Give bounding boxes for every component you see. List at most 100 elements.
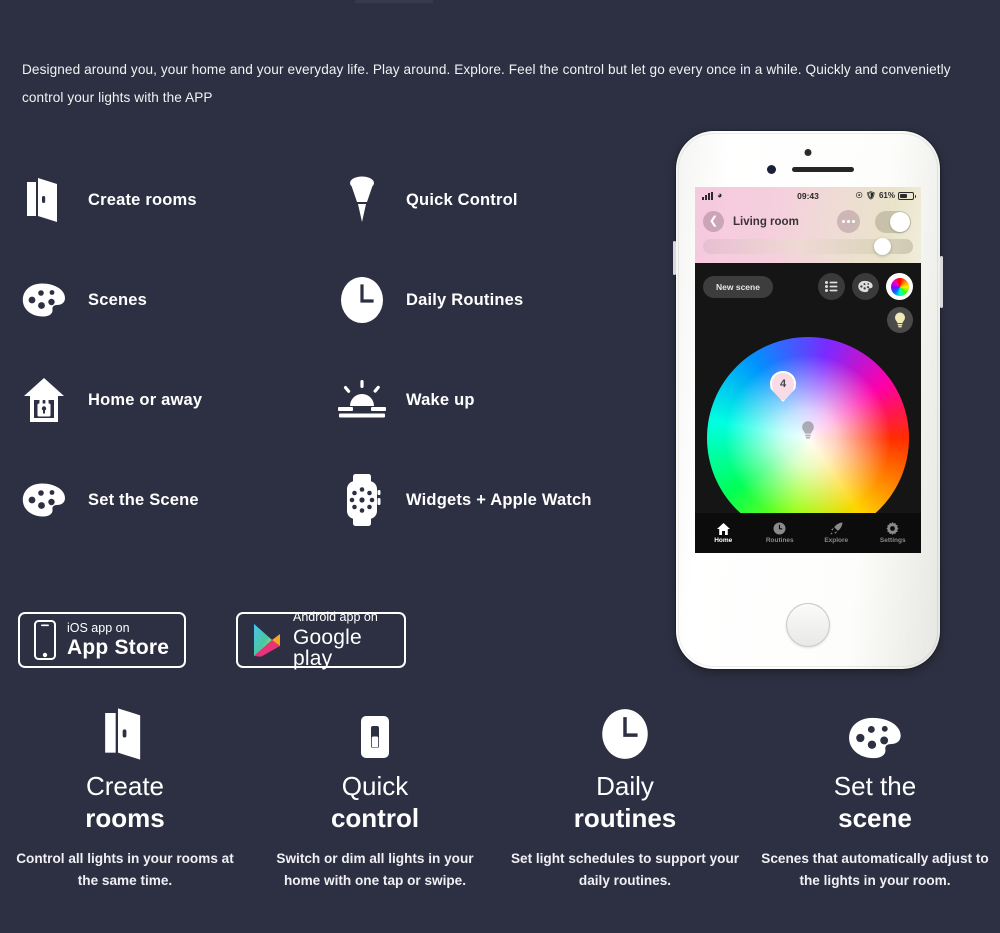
home-button[interactable] bbox=[786, 603, 830, 647]
chevron-left-icon[interactable]: ❮ bbox=[703, 211, 724, 232]
nav-item-label: Settings bbox=[879, 537, 906, 544]
color-wheel-container: 4 bbox=[695, 337, 921, 539]
feature-item-widgets-apple-watch[interactable]: Widgets + Apple Watch bbox=[336, 450, 654, 550]
feature-item-scenes[interactable]: Scenes bbox=[18, 250, 336, 350]
status-bar-time: 09:43 bbox=[797, 190, 819, 201]
bottom-card-set-the-scene: Set the scene Scenes that automatically … bbox=[750, 700, 1000, 892]
google-play-badge-subtitle: Android app on bbox=[293, 610, 378, 625]
feature-label: Wake up bbox=[406, 390, 475, 409]
bulb-icon[interactable] bbox=[887, 307, 913, 333]
proximity-sensor-icon bbox=[767, 165, 776, 174]
brightness-slider[interactable] bbox=[703, 238, 913, 255]
earpiece-speaker bbox=[792, 167, 854, 172]
room-name: Living room bbox=[733, 215, 799, 228]
palette-icon bbox=[848, 700, 902, 760]
bottom-card-daily-routines: Daily routines Set light schedules to su… bbox=[500, 700, 750, 892]
feature-list: Create rooms Quick Control Scenes Daily … bbox=[18, 150, 658, 550]
app-room-header: ◕ 09:43 ☉ 🛡 61% ❮ Living room bbox=[695, 187, 921, 263]
feature-label: Scenes bbox=[88, 290, 147, 309]
phone-mockup: ◕ 09:43 ☉ 🛡 61% ❮ Living room New scene … bbox=[673, 131, 943, 669]
nav-item-home[interactable]: Home bbox=[695, 522, 752, 544]
room-power-toggle[interactable] bbox=[875, 210, 911, 233]
app-store-badge-title: App Store bbox=[67, 636, 170, 660]
new-scene-button[interactable]: New scene bbox=[703, 275, 773, 298]
bottom-card-title-line1: Daily bbox=[596, 771, 654, 801]
scene-toolbar: New scene bbox=[703, 273, 913, 300]
wifi-icon: ◕ bbox=[717, 190, 723, 200]
shield-icon: 🛡 bbox=[865, 191, 876, 200]
nav-item-label: Home bbox=[714, 536, 733, 544]
color-wheel-marker[interactable]: 4 bbox=[770, 371, 796, 402]
phone-screen: ◕ 09:43 ☉ 🛡 61% ❮ Living room New scene … bbox=[695, 187, 921, 553]
app-bottom-nav: Home Routines Explore Settings bbox=[695, 513, 921, 553]
phone-side-button[interactable] bbox=[940, 256, 943, 308]
bottom-card-title-line1: Quick bbox=[341, 771, 409, 801]
color-wheel-marker-label: 4 bbox=[779, 378, 787, 390]
bottom-card-title-line2: control bbox=[330, 803, 420, 833]
google-play-badge[interactable]: Android app on Google play bbox=[236, 610, 406, 669]
feature-label: Set the Scene bbox=[88, 490, 199, 509]
top-decorative-strip bbox=[355, 0, 433, 3]
store-badges: iOS app on App Store Android app on Goog… bbox=[18, 610, 406, 669]
cellular-bars-icon bbox=[702, 191, 713, 200]
status-bar-battery-percent: 61% bbox=[878, 191, 895, 200]
bottom-feature-cards: Create rooms Control all lights in your … bbox=[0, 700, 1000, 892]
spotlight-bulb-icon bbox=[336, 172, 388, 228]
bottom-card-quick-control: Quick control Switch or dim all lights i… bbox=[250, 700, 500, 892]
color-wheel[interactable]: 4 bbox=[707, 337, 909, 539]
feature-label: Widgets + Apple Watch bbox=[406, 490, 592, 509]
bottom-card-title-line2: scene bbox=[838, 803, 912, 833]
clock-icon bbox=[600, 700, 650, 760]
nav-item-label: Routines bbox=[765, 537, 794, 544]
bottom-card-title-line1: Set the bbox=[833, 771, 917, 801]
color-wheel-icon[interactable] bbox=[886, 273, 913, 300]
gear-icon bbox=[886, 522, 899, 535]
feature-item-wake-up[interactable]: Wake up bbox=[336, 350, 654, 450]
light-switch-icon bbox=[358, 700, 392, 760]
bottom-card-create-rooms: Create rooms Control all lights in your … bbox=[0, 700, 250, 892]
feature-label: Daily Routines bbox=[406, 290, 524, 309]
rotation-lock-icon: ☉ bbox=[855, 191, 863, 200]
bulb-icon bbox=[801, 420, 815, 439]
rocket-icon bbox=[830, 522, 843, 535]
feature-item-quick-control[interactable]: Quick Control bbox=[336, 150, 654, 250]
house-lock-icon bbox=[18, 372, 70, 428]
open-door-icon bbox=[18, 172, 70, 228]
feature-label: Create rooms bbox=[88, 190, 197, 209]
feature-item-home-or-away[interactable]: Home or away bbox=[18, 350, 336, 450]
bottom-card-title-line1: Create bbox=[85, 771, 165, 801]
feature-label: Home or away bbox=[88, 390, 203, 409]
nav-item-routines[interactable]: Routines bbox=[752, 522, 809, 544]
sunrise-icon bbox=[336, 372, 388, 428]
phone-volume-button[interactable] bbox=[673, 241, 676, 275]
apple-watch-icon bbox=[336, 472, 388, 528]
bottom-card-description: Set light schedules to support your dail… bbox=[510, 851, 740, 888]
bottom-card-title-line2: rooms bbox=[85, 803, 165, 833]
more-dots-icon[interactable] bbox=[837, 210, 860, 233]
clock-icon bbox=[336, 272, 388, 328]
palette-icon[interactable] bbox=[852, 273, 879, 300]
feature-item-set-the-scene[interactable]: Set the Scene bbox=[18, 450, 336, 550]
color-wheel-chip bbox=[890, 277, 909, 296]
battery-icon bbox=[898, 191, 916, 200]
bottom-card-description: Scenes that automatically adjust to the … bbox=[761, 851, 989, 888]
bottom-card-description: Switch or dim all lights in your home wi… bbox=[276, 851, 474, 888]
status-bar: ◕ 09:43 ☉ 🛡 61% bbox=[695, 187, 921, 204]
front-camera-icon bbox=[804, 149, 812, 156]
nav-item-explore[interactable]: Explore bbox=[808, 522, 865, 544]
nav-item-settings[interactable]: Settings bbox=[865, 522, 922, 544]
room-title-row: ❮ Living room bbox=[695, 204, 921, 233]
open-door-icon bbox=[104, 700, 146, 760]
feature-item-daily-routines[interactable]: Daily Routines bbox=[336, 250, 654, 350]
iphone-icon bbox=[34, 620, 56, 660]
palette-icon bbox=[18, 472, 70, 528]
google-play-triangle-icon bbox=[252, 623, 282, 657]
app-store-badge-subtitle: iOS app on bbox=[67, 620, 130, 635]
app-body: New scene 4 Home Routines Explore Settin… bbox=[695, 263, 921, 553]
app-store-badge[interactable]: iOS app on App Store bbox=[18, 612, 186, 668]
feature-label: Quick Control bbox=[406, 190, 518, 209]
clock-icon bbox=[773, 522, 786, 535]
intro-paragraph: Designed around you, your home and your … bbox=[22, 62, 951, 105]
feature-item-create-rooms[interactable]: Create rooms bbox=[18, 150, 336, 250]
list-icon[interactable] bbox=[818, 273, 845, 300]
